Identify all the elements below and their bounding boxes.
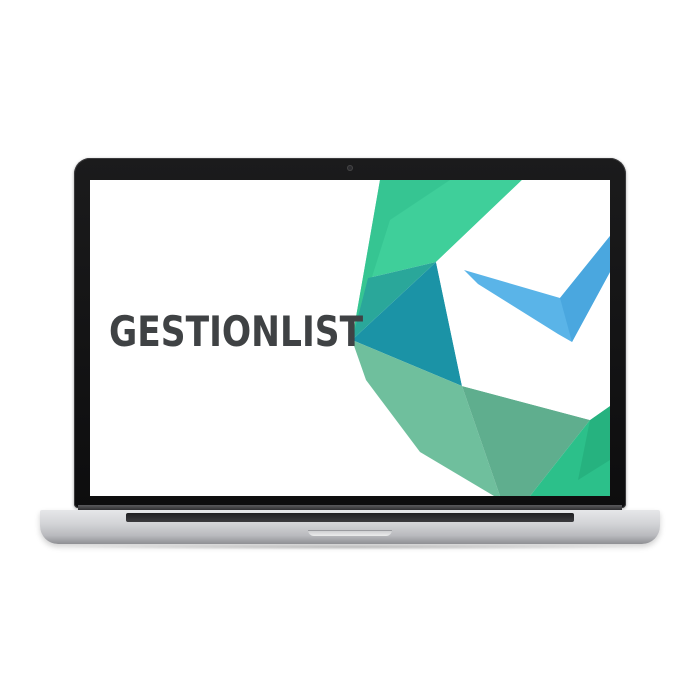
laptop-screen: GESTIONLIST — [90, 180, 610, 496]
laptop-mockup: GESTIONLIST — [0, 0, 700, 700]
laptop-base — [40, 510, 660, 544]
laptop-lid: GESTIONLIST — [74, 158, 626, 508]
brand-name: GESTIONLIST — [109, 307, 364, 356]
base-shadow — [60, 544, 640, 550]
base-opening-notch — [308, 530, 392, 536]
keyboard-edge — [126, 513, 574, 522]
webcam-icon — [347, 165, 353, 171]
